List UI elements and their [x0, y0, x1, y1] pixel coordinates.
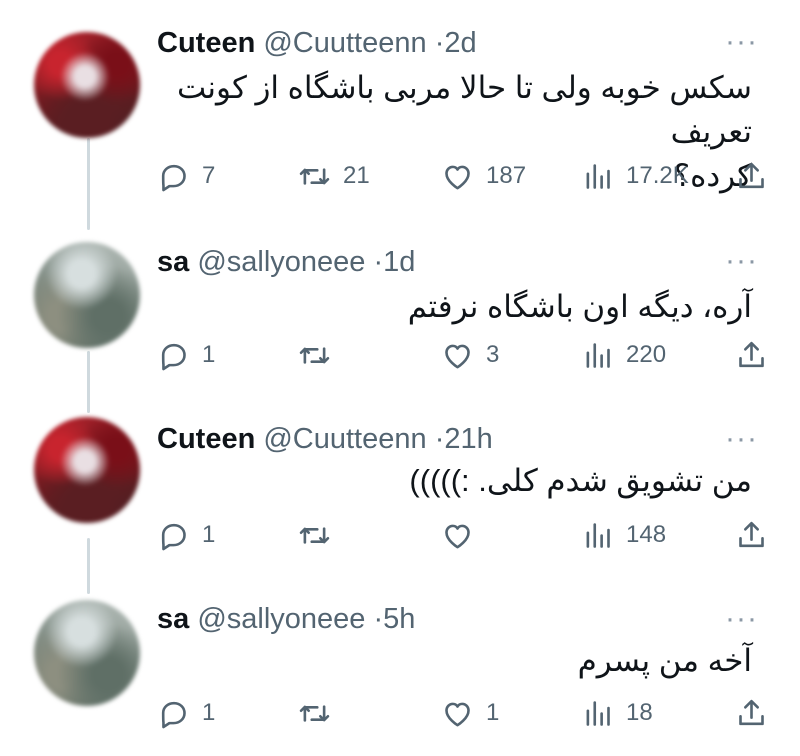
view-count: 18 — [626, 699, 653, 726]
view-count: 17.2K — [626, 162, 689, 189]
like-button[interactable] — [441, 515, 486, 555]
tweet-text-line: آخه من پسرم — [577, 643, 752, 678]
tweet-header: Cuteen @Cuutteenn ·21h — [157, 422, 493, 456]
views-icon — [581, 697, 614, 730]
retweet-icon — [298, 160, 331, 193]
more-icon[interactable]: ··· — [725, 424, 758, 454]
retweet-button[interactable] — [298, 335, 343, 375]
avatar[interactable] — [34, 32, 140, 138]
like-icon — [441, 160, 474, 193]
views-icon — [581, 339, 614, 372]
share-icon — [735, 519, 768, 552]
tweet[interactable]: Cuteen @Cuutteenn ·21h ··· من تشویق شدم … — [0, 405, 800, 585]
like-icon — [441, 339, 474, 372]
reply-icon — [157, 160, 190, 193]
share-button[interactable] — [735, 693, 768, 733]
action-bar: 1 1 18 — [157, 693, 777, 733]
like-count: 187 — [486, 162, 527, 189]
separator: · — [373, 603, 384, 635]
share-button[interactable] — [735, 156, 768, 196]
display-name[interactable]: Cuteen — [157, 27, 255, 59]
retweet-button[interactable]: 21 — [298, 156, 370, 196]
timestamp[interactable]: 2d — [444, 27, 476, 59]
display-name[interactable]: sa — [157, 603, 189, 635]
tweet-text: من تشویق شدم کلی. :))))) — [152, 459, 752, 503]
share-button[interactable] — [735, 335, 768, 375]
action-bar: 7 21 187 17.2K — [157, 156, 777, 196]
action-bar: 1 148 — [157, 515, 777, 555]
separator: · — [434, 423, 445, 455]
reply-button[interactable]: 1 — [157, 515, 215, 555]
share-button[interactable] — [735, 515, 768, 555]
like-count: 1 — [486, 699, 500, 726]
views-button[interactable]: 148 — [581, 515, 666, 555]
share-icon — [735, 697, 768, 730]
tweet-header: sa @sallyoneee ·1d — [157, 245, 415, 279]
user-handle[interactable]: @sallyoneee — [197, 603, 365, 635]
views-button[interactable]: 220 — [581, 335, 666, 375]
reply-icon — [157, 519, 190, 552]
tweet-header: Cuteen @Cuutteenn ·2d — [157, 26, 477, 60]
reply-icon — [157, 339, 190, 372]
retweet-button[interactable] — [298, 693, 343, 733]
action-bar: 1 3 220 — [157, 335, 777, 375]
views-button[interactable]: 18 — [581, 693, 653, 733]
tweet-text-line: من تشویق شدم کلی. :))))) — [409, 463, 752, 498]
reply-count: 1 — [202, 521, 216, 548]
tweet[interactable]: Cuteen @Cuutteenn ·2d ··· سکس خوبه ولی ت… — [0, 0, 800, 205]
reply-button[interactable]: 7 — [157, 156, 215, 196]
reply-button[interactable]: 1 — [157, 335, 215, 375]
user-handle[interactable]: @Cuutteenn — [263, 423, 426, 455]
separator: · — [373, 246, 384, 278]
views-icon — [581, 519, 614, 552]
like-button[interactable]: 3 — [441, 335, 499, 375]
timestamp[interactable]: 5h — [383, 603, 415, 635]
separator: · — [434, 27, 445, 59]
like-button[interactable]: 187 — [441, 156, 526, 196]
like-icon — [441, 519, 474, 552]
user-handle[interactable]: @sallyoneee — [197, 246, 365, 278]
tweet[interactable]: sa @sallyoneee ·1d ··· آره، دیگه اون باش… — [0, 205, 800, 405]
display-name[interactable]: Cuteen — [157, 423, 255, 455]
reply-icon — [157, 697, 190, 730]
more-icon[interactable]: ··· — [725, 246, 758, 276]
view-count: 148 — [626, 521, 667, 548]
retweet-icon — [298, 519, 331, 552]
avatar[interactable] — [34, 417, 140, 523]
share-icon — [735, 339, 768, 372]
retweet-icon — [298, 339, 331, 372]
reply-button[interactable]: 1 — [157, 693, 215, 733]
like-button[interactable]: 1 — [441, 693, 499, 733]
reply-count: 1 — [202, 341, 216, 368]
more-icon[interactable]: ··· — [725, 27, 758, 57]
retweet-count: 21 — [343, 162, 370, 189]
like-icon — [441, 697, 474, 730]
timestamp[interactable]: 1d — [383, 246, 415, 278]
avatar[interactable] — [34, 242, 140, 348]
tweet-text: آخه من پسرم — [152, 639, 752, 683]
tweet[interactable]: sa @sallyoneee ·5h ··· آخه من پسرم 1 1 1… — [0, 585, 800, 756]
views-button[interactable]: 17.2K — [581, 156, 689, 196]
display-name[interactable]: sa — [157, 246, 189, 278]
like-count: 3 — [486, 341, 500, 368]
retweet-icon — [298, 697, 331, 730]
more-icon[interactable]: ··· — [725, 604, 758, 634]
retweet-button[interactable] — [298, 515, 343, 555]
share-icon — [735, 160, 768, 193]
reply-count: 1 — [202, 699, 216, 726]
user-handle[interactable]: @Cuutteenn — [263, 27, 426, 59]
views-icon — [581, 160, 614, 193]
tweet-text: آره، دیگه اون باشگاه نرفتم — [152, 285, 752, 329]
avatar[interactable] — [34, 600, 140, 706]
view-count: 220 — [626, 341, 667, 368]
timestamp[interactable]: 21h — [444, 423, 492, 455]
reply-count: 7 — [202, 162, 216, 189]
tweet-text-line: آره، دیگه اون باشگاه نرفتم — [407, 289, 752, 324]
tweet-header: sa @sallyoneee ·5h — [157, 602, 415, 636]
tweet-text-line: سکس خوبه ولی تا حالا مربی باشگاه از کونت… — [176, 70, 752, 149]
